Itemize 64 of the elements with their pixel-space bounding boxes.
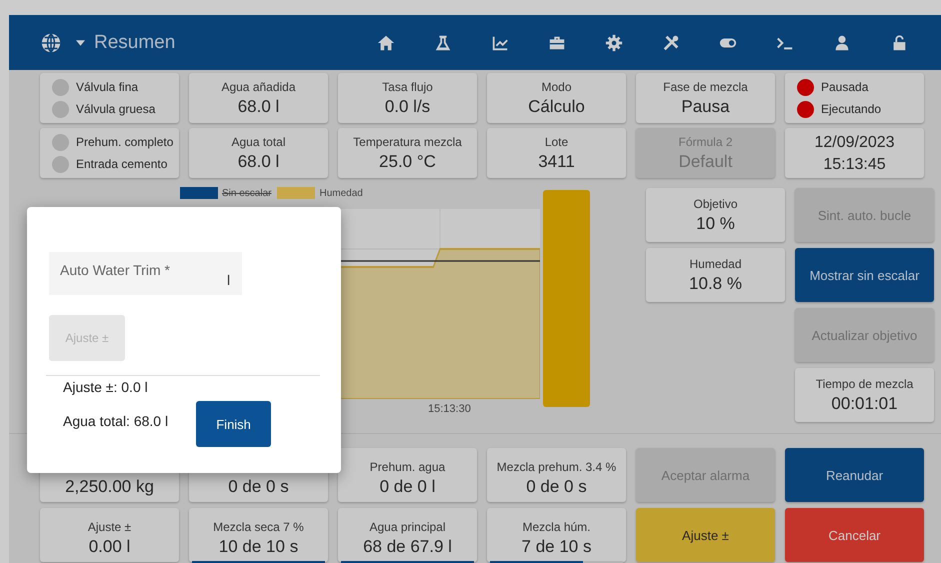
legend-label[interactable]: Sin escalar (222, 188, 272, 198)
action-button[interactable]: Ajuste ± (636, 508, 775, 562)
card-value: 3411 (538, 152, 575, 172)
card-value: 25.0 °C (379, 152, 436, 172)
action-button[interactable]: Cancelar (785, 508, 924, 562)
card-value: 7 de 10 s (522, 537, 592, 557)
card-label: Agua añadida (221, 80, 296, 94)
light-label: Pausada (821, 80, 868, 94)
card-value: 68.0 l (238, 152, 280, 172)
card-label: Agua total (231, 134, 286, 148)
summary-text: Ajuste ±: 0.0 l (63, 379, 149, 395)
legend-label[interactable]: Humedad (319, 188, 363, 198)
card-label: Tiempo de mezcla (816, 376, 914, 390)
home-icon[interactable] (377, 34, 396, 52)
toolbox-icon[interactable] (548, 34, 566, 52)
globe-icon[interactable] (40, 32, 62, 54)
card-label: Humedad (689, 256, 742, 270)
light-label: Ejecutando (821, 102, 882, 116)
card-value: 10 de 10 s (218, 537, 298, 557)
card-label: Objetivo (693, 196, 738, 210)
action-button[interactable]: Mostrar sin escalar (795, 248, 934, 302)
light-label: Prehum. completo (76, 135, 174, 149)
flask-icon[interactable] (434, 34, 452, 52)
card-label: Ajuste ± (88, 520, 132, 534)
time-text: 15:13:45 (823, 154, 886, 174)
card-value: 0 de 0 l (380, 477, 436, 497)
light-label: Válvula fina (76, 80, 138, 94)
card-value: Pausa (681, 96, 730, 116)
action-button[interactable]: Reanudar (785, 448, 924, 502)
card-value: 0 de 0 s (228, 477, 289, 497)
card-label: Tasa flujo (382, 80, 433, 94)
card-value: 0.0 l/s (384, 96, 430, 116)
summary-text: Agua total: 68.0 l (63, 413, 168, 429)
card-label: Prehum. agua (370, 460, 446, 474)
card-value: 10.8 % (689, 274, 742, 294)
card-value: 0.00 l (88, 537, 130, 557)
input-field[interactable]: Auto Water Trim * l (49, 252, 242, 295)
card-label: Temperatura mezcla (353, 134, 462, 148)
card-label: Lote (544, 134, 568, 148)
card-value: Cálculo (528, 96, 585, 116)
card-value: 68 de 67.9 l (363, 537, 452, 557)
card-label: Mezcla prehum. 3.4 % (496, 460, 616, 474)
card-value: 2,250.00 kg (65, 477, 154, 497)
card-label: Agua principal (369, 520, 446, 534)
card-value: 68.0 l (238, 96, 280, 116)
card-label: Mezcla húm. (522, 520, 591, 534)
card-value: Default (678, 152, 732, 172)
axis-tick-label: 15:13:30 (428, 403, 472, 415)
settings-icon[interactable] (605, 34, 624, 52)
caret-icon[interactable] (76, 40, 85, 46)
date-text: 12/09/2023 (814, 132, 895, 152)
card-value: 10 % (696, 214, 735, 234)
finish-button[interactable]: Finish (196, 401, 272, 447)
chart-icon[interactable] (491, 34, 510, 52)
card-value: 00:01:01 (831, 394, 898, 414)
page-title: Resumen (94, 32, 176, 54)
card-label: Mezcla seca 7 % (213, 520, 304, 534)
card-label: Fase de mezcla (663, 80, 748, 94)
card-label: Modo (541, 80, 572, 94)
card-value: 0 de 0 s (526, 477, 587, 497)
tools-icon[interactable] (662, 34, 680, 52)
light-label: Entrada cemento (76, 157, 168, 171)
card-label: Fórmula 2 (678, 134, 733, 148)
light-label: Válvula gruesa (76, 102, 156, 116)
